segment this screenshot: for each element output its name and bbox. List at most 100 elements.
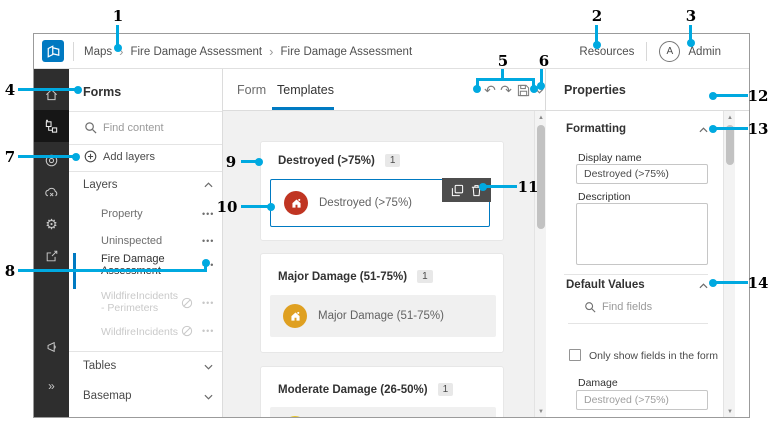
offline-cloud-icon[interactable]	[34, 177, 69, 207]
double-chevron-glyph: »	[48, 379, 55, 393]
callout-12-line	[714, 94, 748, 97]
plus-circle-icon	[84, 150, 97, 163]
scrollbar-thumb[interactable]	[537, 125, 545, 229]
callout-8-line	[18, 269, 206, 272]
callout-1-label: 1	[113, 7, 123, 25]
app-window: Maps › Fire Damage Assessment › Fire Dam…	[33, 33, 750, 418]
tables-section-header[interactable]: Tables	[83, 360, 116, 372]
chevron-down-icon[interactable]	[204, 394, 213, 400]
duplicate-icon[interactable]	[451, 184, 464, 197]
smart-map-icon[interactable]	[34, 145, 69, 175]
search-underline	[568, 323, 708, 324]
redo-icon[interactable]: ↷	[497, 81, 515, 99]
home-icon[interactable]	[34, 79, 69, 109]
gear-glyph: ⚙	[45, 216, 58, 233]
template-card-major-damage[interactable]: Major Damage (51-75%)	[270, 295, 496, 337]
divider	[564, 274, 708, 275]
share-icon[interactable]	[34, 241, 69, 271]
active-tab-underline	[272, 107, 334, 110]
formatting-section-header[interactable]: Formatting	[566, 123, 626, 135]
layer-item-uninspected[interactable]: Uninspected	[101, 235, 181, 247]
callout-8-label: 8	[5, 262, 15, 280]
announcements-icon[interactable]	[34, 332, 69, 362]
group-title-row: Destroyed (>75%) 1	[278, 154, 400, 167]
group-title: Major Damage (51-75%)	[278, 271, 407, 283]
callout-10-dot	[267, 203, 275, 211]
expand-rail-icon[interactable]: »	[34, 371, 69, 401]
layers-section-header[interactable]: Layers	[83, 179, 118, 191]
user-name[interactable]: Admin	[688, 46, 721, 58]
search-placeholder: Find content	[103, 122, 164, 134]
breadcrumb-maps[interactable]: Maps	[84, 46, 112, 58]
scroll-down-arrow[interactable]: ▼	[535, 408, 546, 416]
callout-11-line	[484, 185, 517, 188]
editor-toolbar: Form Templates ↶ ↷	[223, 69, 545, 111]
breadcrumb: Maps › Fire Damage Assessment › Fire Dam…	[84, 34, 412, 69]
callout-2-dot	[593, 41, 601, 49]
group-title-row: Moderate Damage (26-50%) 1	[278, 383, 453, 396]
layer-menu-button[interactable]: •••	[202, 236, 214, 246]
major-damage-house-icon	[283, 304, 307, 328]
group-title: Moderate Damage (26-50%)	[278, 384, 428, 396]
template-label: Major Damage (51-75%)	[318, 310, 444, 322]
chevron-up-icon[interactable]	[699, 283, 708, 289]
callout-1-dot	[114, 44, 122, 52]
divider	[69, 144, 222, 145]
logo-glyph-icon	[46, 44, 61, 59]
settings-gear-icon[interactable]: ⚙	[34, 209, 69, 239]
callout-5-bar	[476, 78, 535, 81]
layer-item-wildfire-incidents[interactable]: WildfireIncidents	[101, 326, 181, 338]
search-icon	[584, 301, 596, 313]
breadcrumb-map-name[interactable]: Fire Damage Assessment	[130, 46, 262, 58]
tab-templates[interactable]: Templates	[277, 69, 334, 111]
callout-13-label: 13	[748, 120, 769, 138]
forms-icon[interactable]	[34, 110, 69, 142]
scroll-up-arrow[interactable]: ▲	[535, 114, 546, 122]
template-label: Destroyed (>75%)	[319, 197, 412, 209]
properties-panel: Properties Formatting Display name Descr…	[546, 69, 750, 418]
app-header: Maps › Fire Damage Assessment › Fire Dam…	[34, 34, 749, 69]
moderate-damage-house-icon	[283, 416, 307, 418]
layer-item-fire-damage-assessment[interactable]: Fire Damage Assessment	[101, 253, 181, 277]
chevron-down-icon[interactable]	[204, 364, 213, 370]
layer-item-property[interactable]: Property	[101, 208, 181, 220]
layer-menu-button[interactable]: •••	[202, 209, 214, 219]
arcgis-field-maps-logo-icon[interactable]	[42, 40, 64, 62]
scroll-up-arrow[interactable]: ▲	[724, 114, 736, 122]
scroll-down-arrow[interactable]: ▼	[724, 408, 736, 416]
divider	[69, 351, 222, 352]
resources-link[interactable]: Resources	[579, 46, 634, 58]
callout-10-label: 10	[217, 198, 238, 216]
template-card-moderate-damage[interactable]: Moderate Damage (26-50%)	[270, 407, 496, 418]
scrollbar-thumb[interactable]	[726, 125, 734, 165]
header-separator	[73, 42, 74, 61]
description-textarea[interactable]	[576, 203, 708, 265]
navigation-rail: ⚙ »	[34, 69, 69, 418]
add-layers-label: Add layers	[103, 151, 155, 163]
callout-7-label: 7	[5, 148, 15, 166]
properties-body: Formatting Display name Description Defa…	[546, 111, 750, 418]
damage-value-input[interactable]	[576, 390, 708, 410]
callout-8-dot	[202, 259, 210, 267]
only-show-fields-checkbox[interactable]	[569, 349, 581, 361]
breadcrumb-chevron-icon: ›	[262, 44, 280, 59]
properties-scrollbar[interactable]: ▲ ▼	[723, 111, 735, 418]
template-group-moderate-damage: Moderate Damage (26-50%) 1 Moderate Dama…	[260, 366, 504, 418]
tab-form[interactable]: Form	[237, 69, 266, 111]
layer-menu-button[interactable]: •••	[202, 326, 214, 336]
default-values-section-header[interactable]: Default Values	[566, 279, 645, 291]
template-editor: Form Templates ↶ ↷ Destroyed (>75%) 1	[223, 69, 546, 418]
basemap-section-header[interactable]: Basemap	[83, 390, 132, 402]
breadcrumb-layer-name: Fire Damage Assessment	[280, 46, 412, 58]
chevron-up-icon[interactable]	[204, 182, 213, 188]
layer-menu-button[interactable]: •••	[202, 298, 214, 308]
chevron-up-icon[interactable]	[699, 127, 708, 133]
forms-panel: Forms Find content Add layers Layers Pro…	[69, 69, 223, 418]
template-count-badge: 1	[417, 270, 433, 283]
callout-13-line	[714, 127, 748, 130]
templates-scrollbar[interactable]: ▲ ▼	[534, 111, 546, 418]
layer-item-wildfire-perimeters[interactable]: WildfireIncidents - Perimeters	[101, 290, 181, 314]
description-label: Description	[578, 191, 631, 203]
avatar[interactable]: A	[659, 41, 680, 62]
display-name-input[interactable]	[576, 164, 708, 184]
